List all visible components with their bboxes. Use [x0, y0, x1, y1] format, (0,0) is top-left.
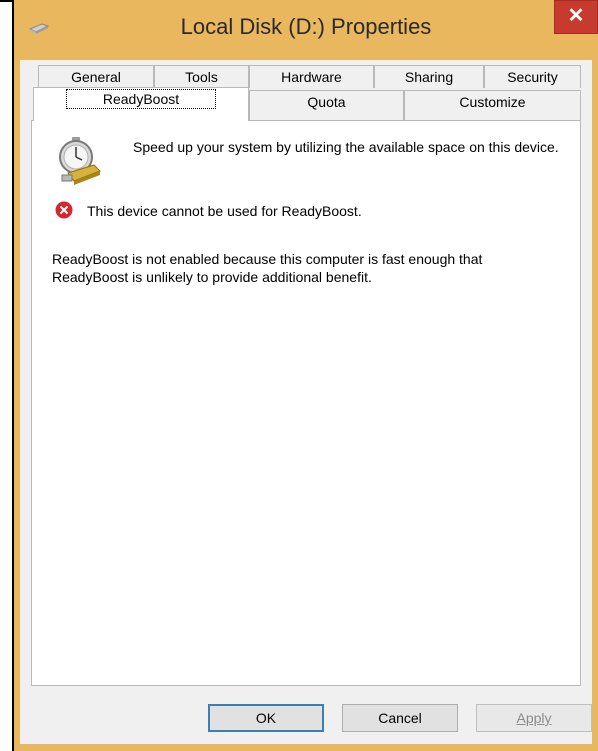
tab-security[interactable]: Security — [484, 65, 581, 88]
tab-security-label: Security — [507, 69, 558, 85]
apply-button-label: Apply — [516, 710, 552, 726]
cancel-button[interactable]: Cancel — [342, 704, 458, 732]
title-bar[interactable]: Local Disk (D:) Properties ✕ — [14, 0, 598, 60]
tab-hardware[interactable]: Hardware — [249, 65, 374, 88]
stopwatch-drive-icon — [59, 137, 101, 185]
properties-window: Local Disk (D:) Properties ✕ General Too… — [14, 0, 598, 751]
error-icon — [55, 201, 73, 219]
window-title: Local Disk (D:) Properties — [180, 14, 432, 39]
tab-general-label: General — [71, 69, 121, 85]
close-button[interactable]: ✕ — [554, 0, 598, 34]
readyboost-panel: Speed up your system by utilizing the av… — [31, 120, 581, 686]
tab-customize-label: Customize — [459, 94, 526, 110]
tab-readyboost[interactable]: ReadyBoost — [33, 87, 249, 121]
readyboost-intro-text: Speed up your system by utilizing the av… — [133, 139, 559, 155]
tab-quota-label: Quota — [307, 94, 346, 110]
tab-readyboost-label: ReadyBoost — [65, 89, 217, 109]
ok-button[interactable]: OK — [208, 704, 324, 732]
tab-sharing-label: Sharing — [404, 69, 454, 85]
tab-general[interactable]: General — [38, 65, 154, 88]
tab-sharing[interactable]: Sharing — [374, 65, 484, 88]
readyboost-description: ReadyBoost is not enabled because this c… — [52, 251, 483, 285]
readyboost-error-text: This device cannot be used for ReadyBoos… — [87, 203, 362, 219]
tab-tools-label: Tools — [185, 69, 218, 85]
tab-hardware-label: Hardware — [281, 69, 342, 85]
apply-button[interactable]: Apply — [476, 704, 592, 732]
tab-tools[interactable]: Tools — [154, 65, 249, 88]
dialog-client-area: General Tools Hardware Sharing Security … — [20, 60, 592, 744]
tab-customize[interactable]: Customize — [404, 90, 581, 120]
tab-quota[interactable]: Quota — [249, 90, 404, 120]
